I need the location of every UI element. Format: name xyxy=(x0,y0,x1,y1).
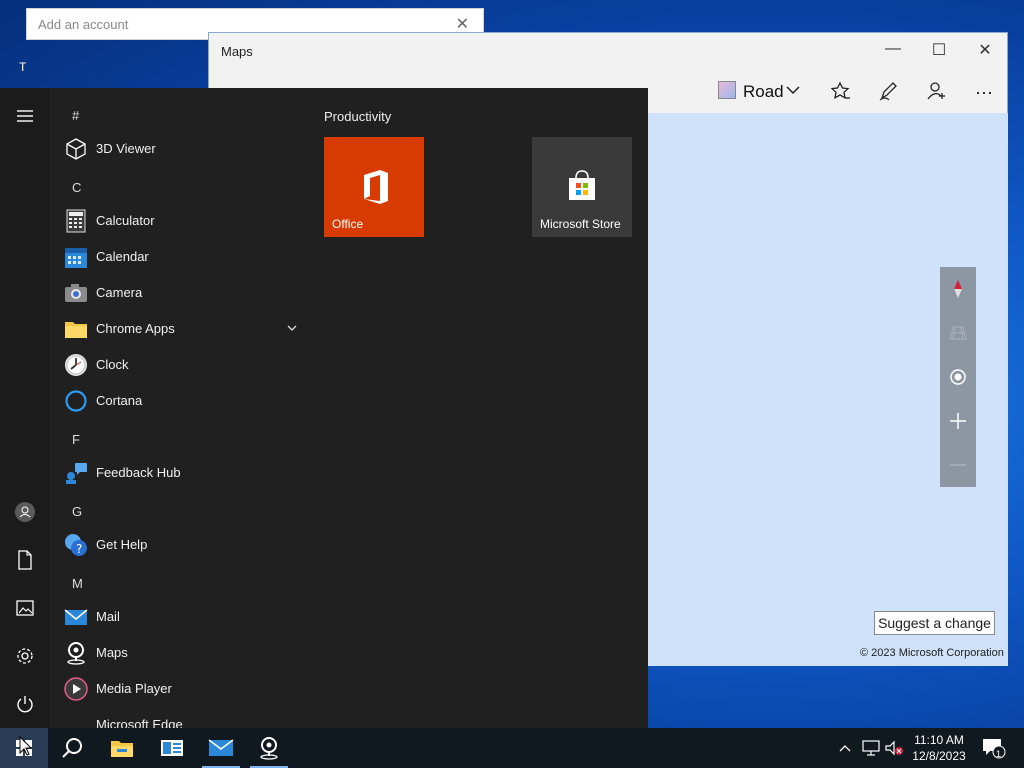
show-hidden-icons-chevron-up-icon[interactable] xyxy=(838,728,852,768)
desktop-partial-text: T xyxy=(19,60,27,74)
feedback-hub-icon xyxy=(64,461,88,485)
taskbar-mail-icon[interactable] xyxy=(198,728,244,768)
cortana-icon xyxy=(64,389,88,413)
user-avatar-icon[interactable] xyxy=(13,500,37,524)
section-header-c[interactable]: C xyxy=(72,180,81,195)
app-label: Camera xyxy=(96,285,143,300)
news-icon[interactable] xyxy=(148,728,196,768)
maps-pin-icon xyxy=(64,641,88,665)
tilt-icon[interactable] xyxy=(940,315,976,351)
calculator-icon xyxy=(64,209,88,233)
app-3d-viewer[interactable]: 3D Viewer xyxy=(62,134,302,164)
mouse-cursor-icon xyxy=(19,735,33,761)
section-header-f[interactable]: F xyxy=(72,432,80,447)
add-account-placeholder: Add an account xyxy=(38,17,129,32)
section-header-hash[interactable]: # xyxy=(72,108,79,123)
store-bag-icon xyxy=(566,169,598,206)
app-maps[interactable]: Maps xyxy=(62,638,302,668)
folder-icon xyxy=(64,317,88,341)
notifications-icon[interactable]: 1 xyxy=(982,728,1006,768)
calendar-icon xyxy=(64,245,88,269)
volume-muted-icon[interactable] xyxy=(884,728,904,768)
office-icon xyxy=(360,169,390,210)
app-clock[interactable]: Clock xyxy=(62,350,302,380)
map-copyright: © 2023 Microsoft Corporation xyxy=(860,647,1004,659)
app-camera[interactable]: Camera xyxy=(62,278,302,308)
app-label: Chrome Apps xyxy=(96,321,175,336)
app-microsoft-edge[interactable]: Microsoft Edge xyxy=(62,710,302,728)
account-icon[interactable] xyxy=(927,81,947,106)
maps-window-title: Maps xyxy=(221,44,253,59)
maximize-button[interactable]: ☐ xyxy=(927,40,951,60)
suggest-change-button[interactable]: Suggest a change xyxy=(874,611,995,635)
start-menu: # 3D Viewer C Calculator Calendar Camera xyxy=(0,88,648,728)
app-label: Media Player xyxy=(96,681,172,696)
app-chrome-apps-folder[interactable]: Chrome Apps xyxy=(62,314,302,344)
notification-count-badge: 1 xyxy=(996,749,1002,759)
edge-icon xyxy=(64,713,88,728)
minimize-button[interactable]: — xyxy=(881,40,905,60)
app-label: Cortana xyxy=(96,393,143,408)
map-style-icon xyxy=(718,81,736,99)
app-label: Calculator xyxy=(96,213,155,228)
network-icon[interactable] xyxy=(862,728,880,768)
app-list[interactable]: # 3D Viewer C Calculator Calendar Camera xyxy=(50,88,308,728)
my-location-icon[interactable] xyxy=(940,359,976,395)
taskbar-maps-icon[interactable] xyxy=(246,728,292,768)
start-left-rail xyxy=(0,88,50,728)
compass-icon[interactable] xyxy=(940,271,976,307)
settings-gear-icon[interactable] xyxy=(13,644,37,668)
app-mail[interactable]: Mail xyxy=(62,602,302,632)
mail-icon xyxy=(64,605,88,629)
app-label: Microsoft Edge xyxy=(96,717,183,728)
file-explorer-icon[interactable] xyxy=(98,728,146,768)
section-header-g[interactable]: G xyxy=(72,504,82,519)
documents-icon[interactable] xyxy=(13,548,37,572)
zoom-out-icon[interactable] xyxy=(940,447,976,483)
get-help-icon: ? xyxy=(64,533,88,557)
app-media-player[interactable]: Media Player xyxy=(62,674,302,704)
app-label: Get Help xyxy=(96,537,148,552)
app-label: Mail xyxy=(96,609,120,624)
tile-office[interactable]: Office xyxy=(324,137,424,237)
clock-time: 11:10 AM xyxy=(914,733,964,747)
app-feedback-hub[interactable]: Feedback Hub xyxy=(62,458,302,488)
tile-label: Office xyxy=(332,217,364,231)
pictures-icon[interactable] xyxy=(13,596,37,620)
tile-label: Microsoft Store xyxy=(540,217,621,231)
favorites-icon[interactable] xyxy=(830,81,851,106)
power-icon[interactable] xyxy=(13,692,37,716)
3d-cube-icon xyxy=(64,137,88,161)
more-options-icon[interactable]: ⋯ xyxy=(975,83,993,104)
taskbar: 11:10 AM 12/8/2023 1 xyxy=(0,728,1024,768)
clock-date: 12/8/2023 xyxy=(912,749,966,763)
close-icon[interactable]: ✕ xyxy=(456,14,469,34)
search-icon[interactable] xyxy=(48,728,96,768)
svg-text:?: ? xyxy=(76,542,82,556)
chevron-down-icon[interactable] xyxy=(785,83,801,102)
map-view-selector[interactable]: Road xyxy=(743,82,784,102)
camera-icon xyxy=(64,281,88,305)
app-label: Clock xyxy=(96,357,129,372)
app-cortana[interactable]: Cortana xyxy=(62,386,302,416)
section-header-m[interactable]: M xyxy=(72,576,83,591)
clock-icon xyxy=(64,353,88,377)
app-calculator[interactable]: Calculator xyxy=(62,206,302,236)
app-calendar[interactable]: Calendar xyxy=(62,242,302,272)
app-label: 3D Viewer xyxy=(96,141,156,156)
taskbar-clock[interactable]: 11:10 AM 12/8/2023 xyxy=(906,732,972,764)
tile-microsoft-store[interactable]: Microsoft Store xyxy=(532,137,632,237)
app-label: Calendar xyxy=(96,249,149,264)
tiles-group-header[interactable]: Productivity xyxy=(324,109,391,124)
app-label: Maps xyxy=(96,645,128,660)
ink-pen-icon[interactable] xyxy=(879,81,899,106)
hamburger-menu-icon[interactable] xyxy=(13,104,37,128)
app-label: Feedback Hub xyxy=(96,465,181,480)
close-button[interactable]: ✕ xyxy=(973,40,997,60)
media-player-icon xyxy=(64,677,88,701)
zoom-in-icon[interactable] xyxy=(940,403,976,439)
app-get-help[interactable]: ? Get Help xyxy=(62,530,302,560)
chevron-down-icon[interactable] xyxy=(286,321,298,339)
map-navigation-panel xyxy=(940,267,976,487)
